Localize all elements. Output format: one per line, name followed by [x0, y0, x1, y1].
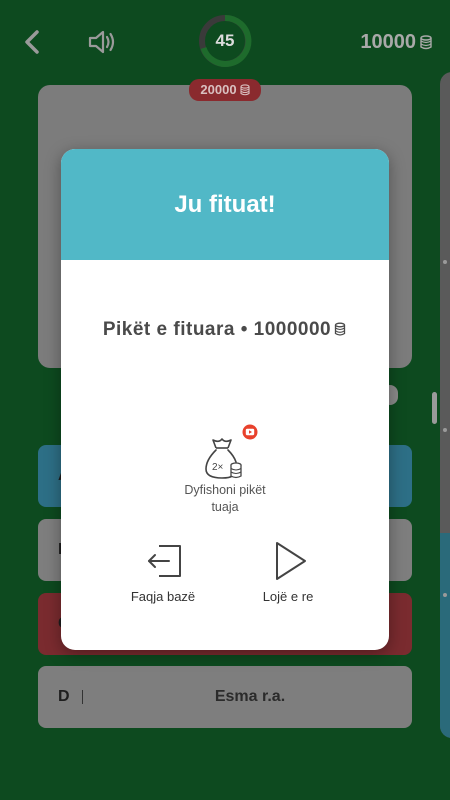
scroll-handle[interactable]	[432, 392, 437, 424]
side-dot	[443, 593, 447, 597]
total-coins: 10000	[360, 30, 434, 54]
chevron-left-icon	[25, 30, 39, 54]
play-icon	[276, 542, 306, 580]
score-label: Pikët e fituara • 1000000	[102, 319, 332, 340]
video-play-icon	[242, 424, 258, 440]
double-points-label: Dyfishoni pikët tuaja	[184, 483, 266, 514]
home-button[interactable]: Faqja bazë	[113, 539, 213, 609]
back-button[interactable]	[20, 28, 44, 56]
score-line: Pikët e fituara • 1000000	[61, 319, 389, 347]
answer-option-d[interactable]: D Esma r.a.	[38, 666, 412, 728]
svg-text:2×: 2×	[212, 462, 224, 473]
money-bag-icon: 2×	[205, 438, 242, 479]
coin-stack-icon	[334, 321, 347, 343]
exit-door-icon	[148, 545, 181, 577]
answer-letter: D	[58, 688, 70, 705]
double-points-button[interactable]: 2× Dyfishoni pikët tuaja	[175, 424, 275, 519]
win-dialog: Ju fituat! Pikët e fituara • 1000000 2× …	[61, 149, 389, 650]
countdown-timer: 45	[198, 14, 252, 68]
timer-value: 45	[215, 31, 235, 50]
top-bar: 45 10000	[0, 0, 450, 90]
dialog-header: Ju fituat!	[61, 149, 389, 260]
new-game-button[interactable]: Lojë e re	[238, 539, 338, 609]
home-label: Faqja bazë	[130, 589, 196, 604]
side-dot	[443, 260, 447, 264]
prize-badge-value: 20000	[200, 82, 237, 97]
coin-stack-icon	[420, 33, 434, 57]
coin-stack-icon	[240, 81, 250, 103]
prize-badge: 20000	[189, 79, 261, 101]
speaker-icon	[88, 30, 115, 54]
answer-text: Esma r.a.	[214, 688, 286, 705]
sound-button[interactable]	[86, 26, 118, 58]
side-panel-highlight	[440, 533, 450, 738]
side-dot	[443, 428, 447, 432]
dialog-title: Ju fituat!	[174, 191, 276, 218]
total-coins-value: 10000	[360, 31, 416, 53]
answer-separator	[82, 690, 83, 704]
new-game-label: Lojë e re	[262, 589, 314, 604]
